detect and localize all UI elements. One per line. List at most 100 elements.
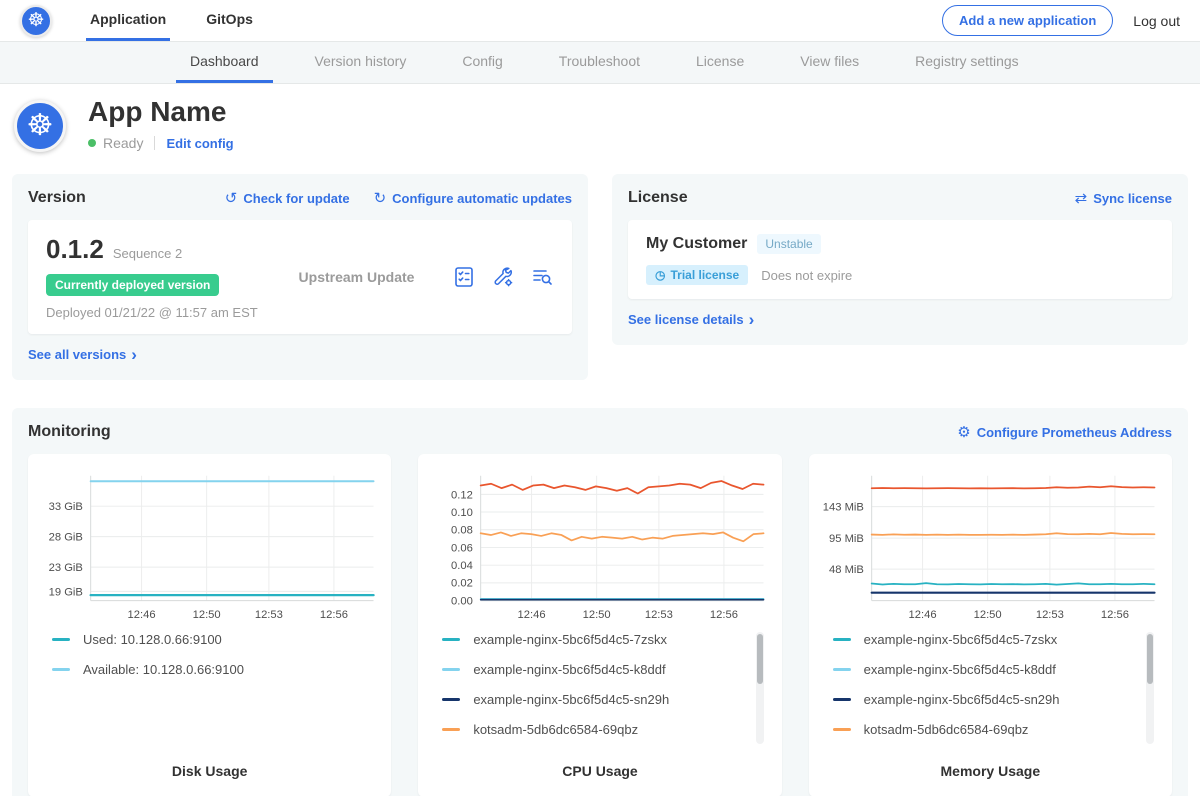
svg-text:0.06: 0.06 — [451, 542, 473, 554]
add-new-application-button[interactable]: Add a new application — [942, 5, 1113, 36]
legend-item[interactable]: Used: 10.128.0.66:9100 — [52, 632, 381, 647]
legend-swatch-icon — [833, 728, 851, 731]
chart-canvas: 48 MiB95 MiB143 MiB12:4612:5012:5312:56 — [819, 466, 1162, 624]
svg-text:19 GiB: 19 GiB — [49, 586, 83, 598]
tab-registry-settings[interactable]: Registry settings — [901, 42, 1032, 83]
legend-label: Available: 10.128.0.66:9100 — [83, 662, 244, 677]
legend-item[interactable]: example-nginx-5bc6f5d4c5-sn29h — [833, 692, 1162, 707]
legend-swatch-icon — [833, 698, 851, 701]
helm-glyph: ☸ — [27, 10, 44, 31]
legend-item[interactable]: kotsadm-5db6dc6584-69qbz — [833, 722, 1162, 737]
version-source-label: Upstream Update — [299, 269, 415, 285]
disk-usage-chart-card: 19 GiB23 GiB28 GiB33 GiB12:4612:5012:531… — [28, 454, 391, 796]
chart-legend: example-nginx-5bc6f5d4c5-7zskx example-ng… — [833, 632, 1162, 753]
top-navbar: ☸ Application GitOps Add a new applicati… — [0, 0, 1200, 42]
preflight-checks-icon[interactable] — [530, 265, 554, 289]
tab-dashboard[interactable]: Dashboard — [176, 42, 273, 83]
tab-version-history[interactable]: Version history — [301, 42, 421, 83]
release-notes-icon[interactable] — [452, 265, 476, 289]
chart-plot-area: 0.000.020.040.060.080.100.1212:4612:5012… — [428, 466, 771, 624]
legend-item[interactable]: Available: 10.128.0.66:9100 — [52, 662, 381, 677]
currently-deployed-badge: Currently deployed version — [46, 274, 219, 296]
monitoring-header: Monitoring ⚙Configure Prometheus Address — [28, 423, 1172, 441]
legend-item[interactable]: example-nginx-5bc6f5d4c5-k8ddf — [442, 662, 771, 677]
legend-item[interactable]: example-nginx-5bc6f5d4c5-7zskx — [442, 632, 771, 647]
main-content: Version ↺ Check for update ↻ Configure aut… — [0, 174, 1200, 796]
logout-button[interactable]: Log out — [1133, 13, 1180, 29]
current-version-panel: 0.1.2 Sequence 2 Currently deployed vers… — [28, 220, 572, 334]
edit-config-link[interactable]: Edit config — [166, 136, 233, 151]
kubernetes-logo-icon: ☸ — [20, 5, 52, 37]
legend-swatch-icon — [442, 638, 460, 641]
legend-item[interactable]: example-nginx-5bc6f5d4c5-sn29h — [442, 692, 771, 707]
legend-swatch-icon — [442, 698, 460, 701]
clock-refresh-icon: ↻ — [374, 189, 387, 207]
sequence-label: Sequence 2 — [113, 246, 182, 261]
cards-row: Version ↺ Check for update ↻ Configure aut… — [12, 174, 1188, 380]
page-title: App Name — [88, 96, 234, 128]
legend-label: example-nginx-5bc6f5d4c5-7zskx — [473, 632, 667, 647]
legend-item[interactable]: kotsadm-5db6dc6584-69qbz — [442, 722, 771, 737]
version-card-title: Version — [28, 189, 86, 207]
charts-row: 19 GiB23 GiB28 GiB33 GiB12:4612:5012:531… — [28, 454, 1172, 796]
app-title-block: App Name Ready Edit config — [88, 96, 234, 152]
version-action-icons — [452, 265, 554, 289]
tab-troubleshoot[interactable]: Troubleshoot — [545, 42, 654, 83]
version-line: 0.1.2 Sequence 2 — [46, 234, 261, 265]
legend-label: example-nginx-5bc6f5d4c5-k8ddf — [864, 662, 1056, 677]
configure-prometheus-label: Configure Prometheus Address — [977, 425, 1172, 440]
tab-config[interactable]: Config — [448, 42, 516, 83]
sync-icon: ⇄ — [1075, 189, 1088, 207]
topnav-tab-application[interactable]: Application — [86, 0, 170, 41]
legend-item[interactable]: example-nginx-5bc6f5d4c5-k8ddf — [833, 662, 1162, 677]
helm-glyph: ☸ — [27, 109, 54, 142]
tab-license[interactable]: License — [682, 42, 758, 83]
check-for-update-label: Check for update — [243, 191, 349, 206]
license-detail-row: ◷Trial license Does not expire — [646, 265, 1154, 285]
svg-text:12:46: 12:46 — [128, 609, 156, 621]
sync-license-link[interactable]: ⇄ Sync license — [1075, 189, 1172, 207]
topnav-tabs: Application GitOps — [86, 0, 289, 41]
svg-text:48 MiB: 48 MiB — [829, 564, 864, 576]
legend-item[interactable]: example-nginx-5bc6f5d4c5-7zskx — [833, 632, 1162, 647]
legend-swatch-icon — [833, 638, 851, 641]
expiry-text: Does not expire — [761, 268, 852, 283]
check-for-update-link[interactable]: ↺ Check for update — [225, 189, 350, 207]
timer-icon: ◷ — [655, 268, 665, 282]
config-wrench-icon[interactable] — [491, 265, 515, 289]
legend-scrollbar[interactable] — [756, 632, 764, 744]
tab-view-files[interactable]: View files — [786, 42, 873, 83]
version-info: 0.1.2 Sequence 2 Currently deployed vers… — [46, 234, 261, 320]
svg-text:0.10: 0.10 — [451, 507, 473, 519]
legend-label: example-nginx-5bc6f5d4c5-sn29h — [864, 692, 1060, 707]
scrollbar-thumb[interactable] — [757, 634, 763, 684]
sync-license-label: Sync license — [1093, 191, 1172, 206]
legend-scrollbar[interactable] — [1146, 632, 1154, 744]
refresh-icon: ↺ — [225, 189, 238, 207]
legend-swatch-icon — [833, 668, 851, 671]
svg-text:28 GiB: 28 GiB — [49, 532, 83, 544]
chart-plot-area: 19 GiB23 GiB28 GiB33 GiB12:4612:5012:531… — [38, 466, 381, 624]
svg-text:143 MiB: 143 MiB — [822, 502, 863, 514]
cpu-usage-chart-card: 0.000.020.040.060.080.100.1212:4612:5012… — [418, 454, 781, 796]
configure-prometheus-link[interactable]: ⚙ Configure Prometheus Address — [957, 423, 1172, 441]
configure-automatic-updates-label: Configure automatic updates — [392, 191, 572, 206]
gear-icon: ⚙ — [957, 423, 970, 441]
legend-swatch-icon — [52, 668, 70, 671]
configure-automatic-updates-link[interactable]: ↻ Configure automatic updates — [374, 189, 572, 207]
topnav-tab-gitops[interactable]: GitOps — [202, 0, 257, 41]
svg-text:12:56: 12:56 — [710, 609, 738, 621]
chart-title: CPU Usage — [428, 753, 771, 787]
see-all-versions-link[interactable]: See all versions› — [28, 347, 137, 362]
svg-text:0.04: 0.04 — [451, 560, 473, 572]
status-text: Ready — [103, 135, 143, 151]
chart-legend: Used: 10.128.0.66:9100 Available: 10.128.… — [52, 632, 381, 753]
app-tab-bar: Dashboard Version history Config Troublesho… — [0, 42, 1200, 84]
scrollbar-thumb[interactable] — [1147, 634, 1153, 684]
svg-text:12:53: 12:53 — [255, 609, 283, 621]
monitoring-actions: ⚙ Configure Prometheus Address — [957, 423, 1172, 441]
app-header: ☸ App Name Ready Edit config — [0, 84, 1200, 166]
see-license-details-link[interactable]: See license details› — [628, 312, 754, 327]
legend-label: kotsadm-5db6dc6584-69qbz — [864, 722, 1029, 737]
chart-canvas: 0.000.020.040.060.080.100.1212:4612:5012… — [428, 466, 771, 624]
